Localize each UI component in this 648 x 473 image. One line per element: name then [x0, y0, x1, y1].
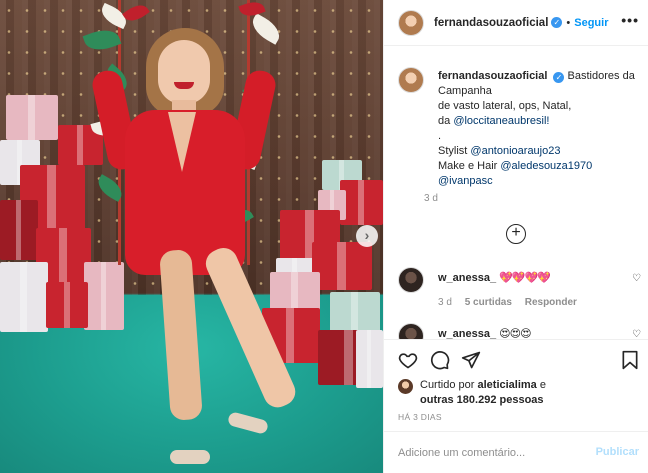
author-avatar[interactable]: [398, 67, 424, 93]
commenter-avatar[interactable]: [398, 267, 424, 293]
face: [158, 40, 210, 104]
liker-username[interactable]: aleticialima: [477, 379, 536, 391]
commenter-avatar[interactable]: [398, 323, 424, 339]
gift-box: [356, 330, 383, 388]
caption-line: .: [438, 130, 442, 142]
author-avatar[interactable]: [398, 9, 424, 36]
heart-icon[interactable]: [398, 350, 418, 370]
comment-input[interactable]: [398, 444, 578, 462]
comment-age: 3 d: [438, 297, 452, 308]
comment-item: w_anessa_ 😍😍😍 ♡: [398, 323, 643, 339]
gift-box: [270, 272, 320, 312]
gift-box: [340, 180, 383, 225]
caption-line: Make e Hair: [438, 160, 498, 172]
comment-text: w_anessa_ 😍😍😍: [438, 327, 532, 339]
comment-emoji: 💖💖💖💖: [499, 272, 551, 284]
bookmark-icon[interactable]: [621, 350, 639, 370]
mention-link[interactable]: @antonioaraujo23: [470, 145, 560, 157]
gift-box: [46, 282, 88, 328]
author-username[interactable]: fernandasouzaoficial: [434, 17, 548, 29]
liker-avatar[interactable]: [398, 379, 413, 394]
neckline: [168, 112, 196, 172]
more-options-icon[interactable]: •••: [621, 12, 639, 28]
gift-box: [6, 95, 58, 140]
caption-author[interactable]: fernandasouzaoficial: [438, 70, 547, 82]
mention-link[interactable]: @ivanpasc: [438, 175, 493, 187]
comment-text: w_anessa_ 💖💖💖💖: [438, 271, 551, 284]
comments-section[interactable]: fernandasouzaoficial ✓ Bastidores da Cam…: [384, 47, 648, 339]
mention-link[interactable]: @aledesouza1970: [500, 160, 592, 172]
caption-age: 3 d: [424, 193, 438, 204]
post-header: fernandasouzaoficial ✓ • Seguir •••: [384, 0, 648, 46]
follow-button[interactable]: Seguir: [574, 17, 608, 29]
gift-box: [330, 292, 380, 334]
gift-box: [84, 262, 124, 330]
caption-text: fernandasouzaoficial ✓ Bastidores da Cam…: [438, 69, 643, 189]
gift-box: [0, 200, 38, 260]
post-photo[interactable]: ›: [0, 0, 383, 473]
comment-item: w_anessa_ 💖💖💖💖 3 d 5 curtidas Responder …: [398, 267, 643, 308]
verified-badge-icon: ✓: [551, 17, 563, 28]
verified-badge-icon: ✓: [553, 72, 565, 83]
post-actions-bar: [384, 339, 648, 381]
gift-box: [312, 242, 372, 290]
add-comment-bar: Publicar: [384, 431, 648, 473]
commenter-username[interactable]: w_anessa_: [438, 272, 496, 284]
caption-line: Stylist: [438, 145, 468, 157]
comment-likes[interactable]: 5 curtidas: [465, 297, 512, 308]
share-icon[interactable]: [461, 350, 481, 370]
separator-dot: •: [566, 16, 571, 29]
other-likers-link[interactable]: outras 180.292 pessoas: [420, 394, 544, 406]
comment-meta: 3 d 5 curtidas Responder: [438, 297, 587, 308]
liked-by-text: Curtido por aleticialima e outras 180.29…: [420, 378, 546, 408]
reply-button[interactable]: Responder: [525, 297, 577, 308]
gift-box: [0, 262, 48, 332]
heart-outline-icon[interactable]: ♡: [632, 273, 641, 284]
comment-icon[interactable]: [430, 350, 450, 370]
comment-emoji: 😍😍😍: [499, 328, 531, 339]
commenter-username[interactable]: w_anessa_: [438, 328, 496, 339]
caption-line: da: [438, 115, 451, 127]
caption-line: de vasto lateral, ops, Natal,: [438, 100, 572, 112]
post-timestamp[interactable]: HÁ 3 DIAS: [398, 412, 442, 422]
post-detail-panel: fernandasouzaoficial ✓ • Seguir ••• fern…: [383, 0, 648, 473]
plus-circle-icon[interactable]: +: [506, 224, 526, 244]
sandal: [170, 450, 210, 464]
liked-by-prefix: Curtido por: [420, 379, 475, 391]
mention-link[interactable]: @loccitaneaubresil!: [453, 115, 549, 127]
heart-outline-icon[interactable]: ♡: [632, 329, 641, 339]
publish-button[interactable]: Publicar: [596, 446, 639, 458]
liked-by-connector: e: [539, 379, 546, 391]
carousel-next-button[interactable]: ›: [356, 225, 378, 247]
